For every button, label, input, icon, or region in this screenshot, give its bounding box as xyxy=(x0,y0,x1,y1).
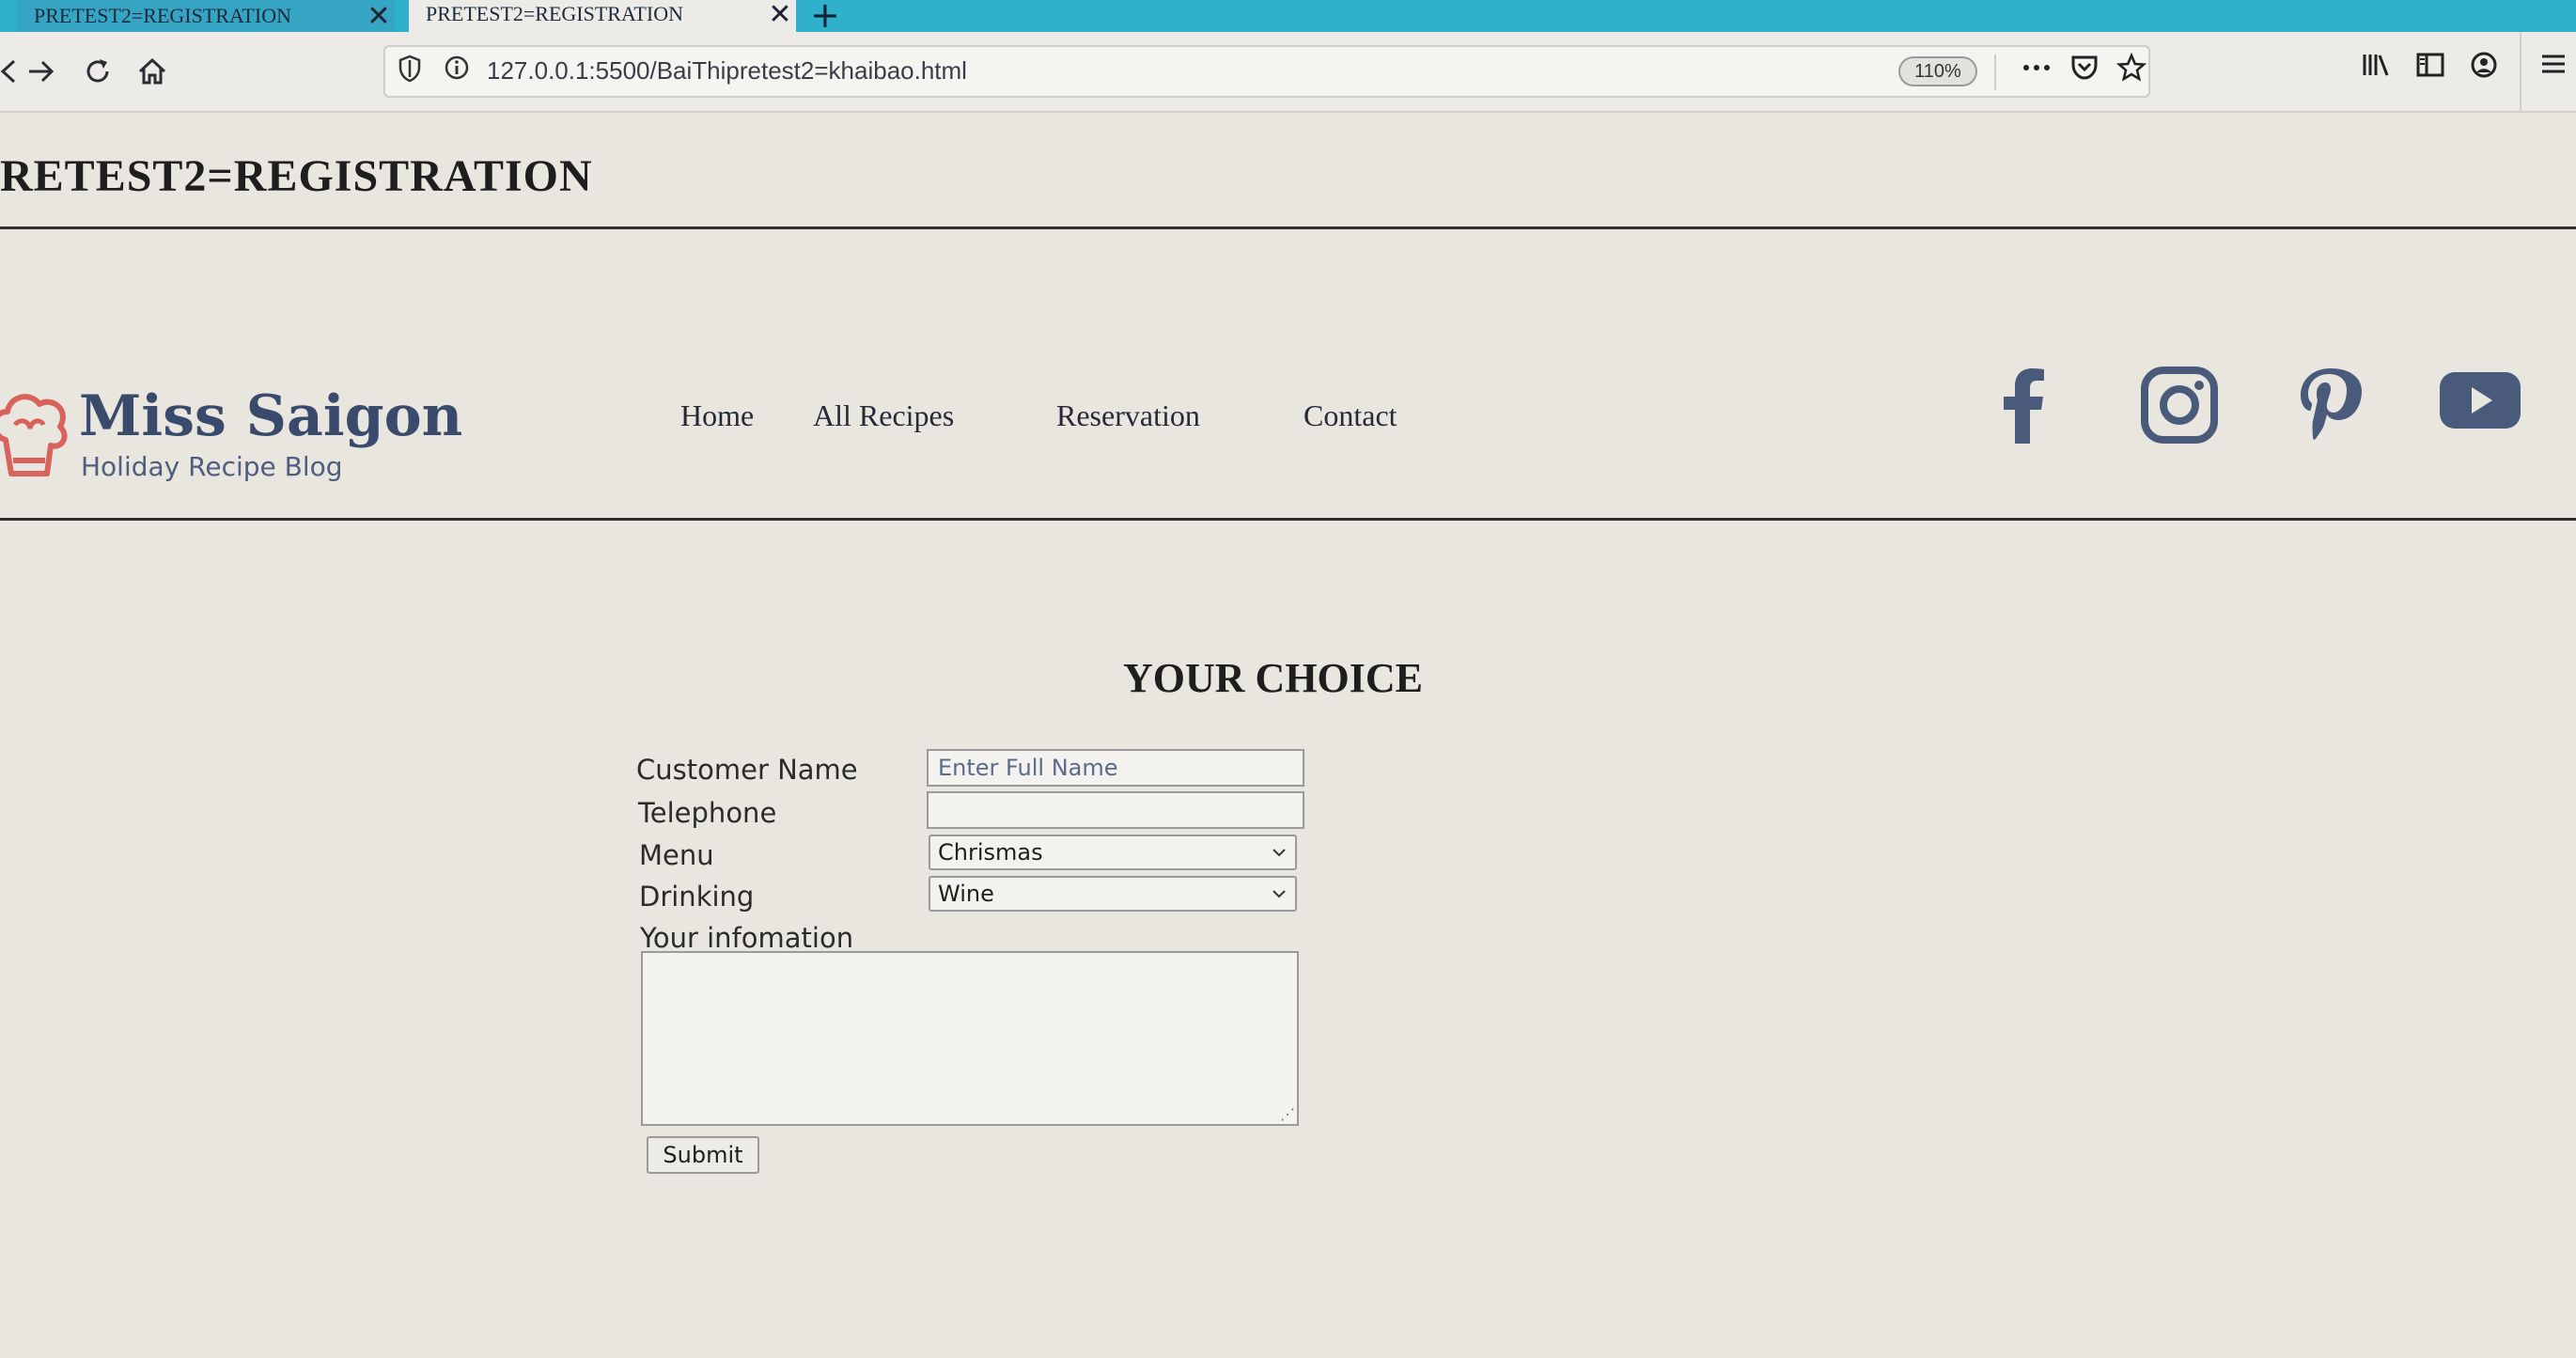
telephone-label: Telephone xyxy=(638,797,777,829)
info-icon[interactable] xyxy=(444,55,470,87)
information-textarea[interactable] xyxy=(641,951,1299,1126)
menu-selected-value: Chrismas xyxy=(938,839,1043,866)
divider xyxy=(0,226,2576,229)
nav-all-recipes[interactable]: All Recipes xyxy=(813,398,954,433)
new-tab-button[interactable]: + xyxy=(810,0,840,36)
youtube-icon[interactable] xyxy=(2438,368,2522,432)
drinking-select[interactable]: Wine xyxy=(929,876,1297,912)
resize-grip-icon[interactable]: ⋰ xyxy=(1280,1105,1295,1124)
reload-button[interactable] xyxy=(77,51,118,92)
library-icon[interactable] xyxy=(2361,51,2391,86)
page-title: RETEST2=REGISTRATION xyxy=(0,151,593,201)
chevron-down-icon xyxy=(1263,884,1295,904)
sidebar-icon[interactable] xyxy=(2415,51,2445,86)
zoom-indicator[interactable]: 110% xyxy=(1898,56,1977,86)
chevron-down-icon xyxy=(1263,843,1295,863)
reload-icon xyxy=(86,59,109,83)
arrow-left-icon xyxy=(0,59,16,84)
brand-name[interactable]: Miss Saigon xyxy=(79,383,462,449)
hamburger-menu-icon[interactable] xyxy=(2520,32,2576,113)
arrow-right-icon xyxy=(29,60,55,83)
drinking-label: Drinking xyxy=(639,881,755,913)
your-information-label: Your infomation xyxy=(640,922,854,954)
account-icon[interactable] xyxy=(2470,51,2498,86)
menu-label: Menu xyxy=(639,839,714,871)
customer-name-input[interactable] xyxy=(927,749,1304,787)
address-bar[interactable]: 127.0.0.1:5500/BaiThipretest2=khaibao.ht… xyxy=(383,45,2150,98)
browser-tab-1[interactable]: PRETEST2=REGISTRATION ✕ xyxy=(17,0,395,33)
instagram-icon[interactable] xyxy=(2139,365,2220,445)
tab-title: PRETEST2=REGISTRATION xyxy=(426,2,683,25)
browser-tab-2[interactable]: PRETEST2=REGISTRATION ✕ xyxy=(409,0,796,32)
facebook-icon[interactable] xyxy=(1985,365,2066,445)
pinterest-icon[interactable] xyxy=(2289,365,2370,445)
brand-tagline: Holiday Recipe Blog xyxy=(81,451,343,482)
chef-hat-logo-icon[interactable] xyxy=(0,383,71,487)
submit-button[interactable]: Submit xyxy=(647,1136,759,1174)
customer-name-label: Customer Name xyxy=(636,754,858,786)
tab-title: PRETEST2=REGISTRATION xyxy=(34,4,291,27)
forward-button[interactable] xyxy=(21,51,62,92)
more-icon[interactable] xyxy=(2021,53,2053,87)
url-text[interactable]: 127.0.0.1:5500/BaiThipretest2=khaibao.ht… xyxy=(487,56,967,86)
browser-toolbar: 127.0.0.1:5500/BaiThipretest2=khaibao.ht… xyxy=(0,32,2576,113)
divider xyxy=(0,518,2576,521)
home-icon xyxy=(138,57,166,85)
divider xyxy=(1994,55,1996,90)
section-title: YOUR CHOICE xyxy=(1123,655,1424,701)
star-icon[interactable] xyxy=(2115,52,2147,89)
shield-icon[interactable] xyxy=(398,55,421,89)
menu-select[interactable]: Chrismas xyxy=(929,835,1297,870)
telephone-input[interactable] xyxy=(927,791,1304,829)
home-button[interactable] xyxy=(132,51,173,92)
nav-contact[interactable]: Contact xyxy=(1304,398,1397,433)
tab-bar: PRETEST2=REGISTRATION ✕ PRETEST2=REGISTR… xyxy=(0,0,2576,36)
pocket-icon[interactable] xyxy=(2069,53,2100,87)
close-icon[interactable]: ✕ xyxy=(764,0,796,31)
nav-home[interactable]: Home xyxy=(680,398,754,433)
drinking-selected-value: Wine xyxy=(938,881,994,907)
nav-reservation[interactable]: Reservation xyxy=(1056,398,1200,433)
close-icon[interactable]: ✕ xyxy=(363,0,395,33)
